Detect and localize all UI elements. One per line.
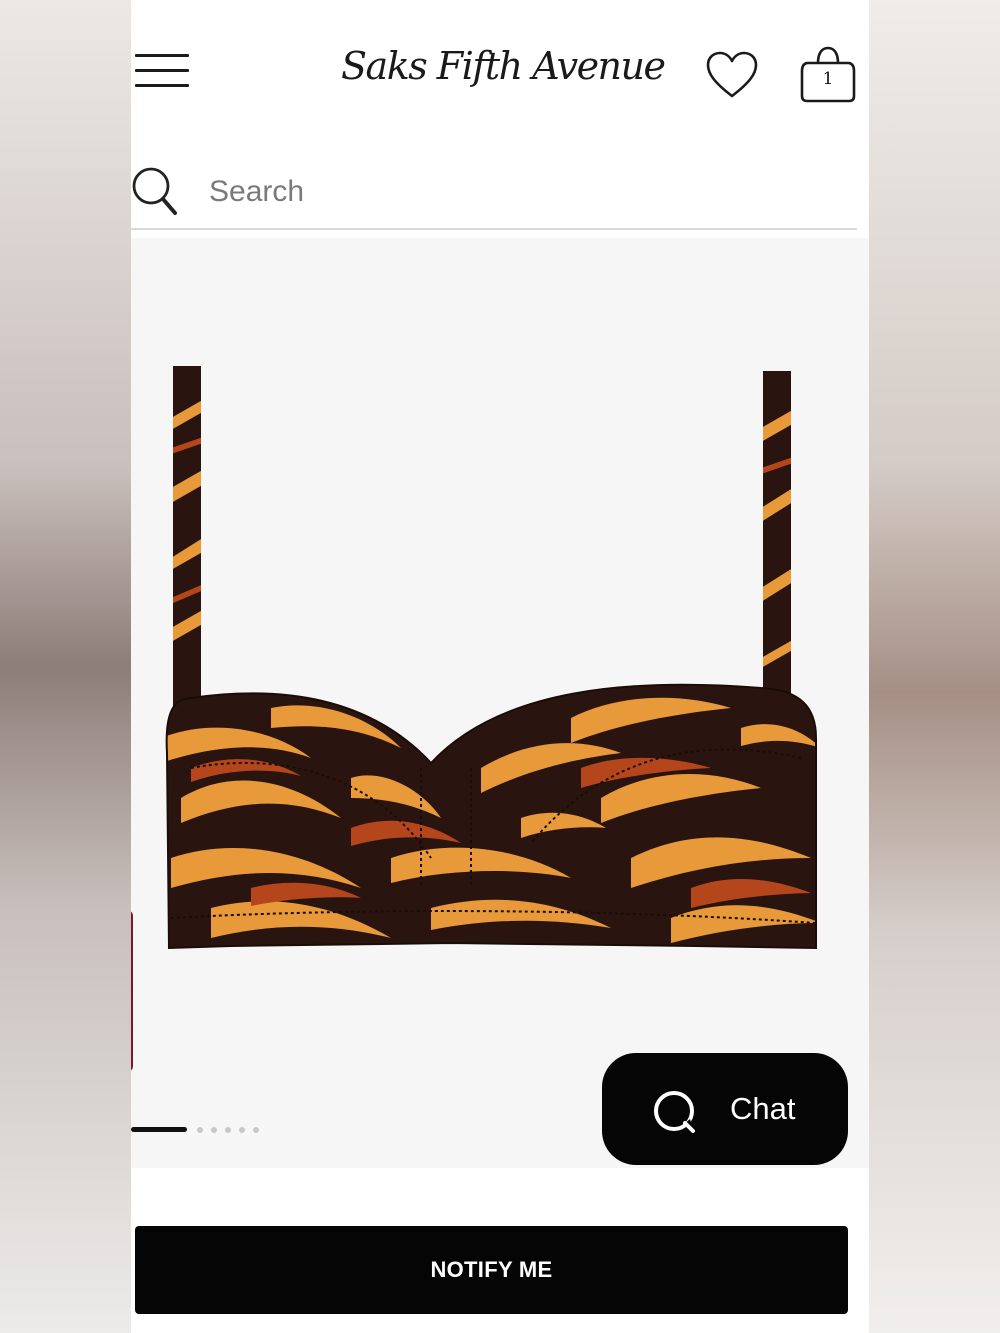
carousel-dot[interactable]	[211, 1127, 217, 1133]
product-image-carousel[interactable]: Chat	[131, 238, 869, 1168]
carousel-dot[interactable]	[197, 1127, 203, 1133]
mobile-page: Saks Fifth Avenue 1 Search Chat NOTIFY M…	[131, 0, 869, 1333]
shopping-bag-button[interactable]: 1	[799, 44, 857, 104]
bag-count-badge: 1	[822, 69, 834, 89]
chat-label: Chat	[730, 1091, 796, 1126]
site-header: Saks Fifth Avenue 1	[131, 0, 869, 140]
heart-icon[interactable]	[705, 50, 759, 100]
notify-me-button[interactable]: NOTIFY ME	[135, 1226, 848, 1314]
chat-bubble-icon	[654, 1091, 695, 1133]
carousel-dot-active[interactable]	[131, 1127, 187, 1132]
background-right	[869, 0, 1000, 1333]
background-left	[0, 0, 131, 1333]
search-icon[interactable]	[131, 166, 179, 216]
chat-button[interactable]: Chat	[602, 1053, 848, 1165]
next-image-peek[interactable]	[131, 910, 133, 1072]
menu-icon[interactable]	[135, 54, 189, 88]
product-image[interactable]	[151, 298, 841, 958]
carousel-dot[interactable]	[239, 1127, 245, 1133]
carousel-indicator[interactable]	[131, 1126, 271, 1134]
carousel-dot[interactable]	[253, 1127, 259, 1133]
search-bar[interactable]	[131, 160, 857, 230]
search-input[interactable]	[209, 170, 809, 214]
brand-logo[interactable]: Saks Fifth Avenue	[341, 36, 666, 96]
carousel-dot[interactable]	[225, 1127, 231, 1133]
